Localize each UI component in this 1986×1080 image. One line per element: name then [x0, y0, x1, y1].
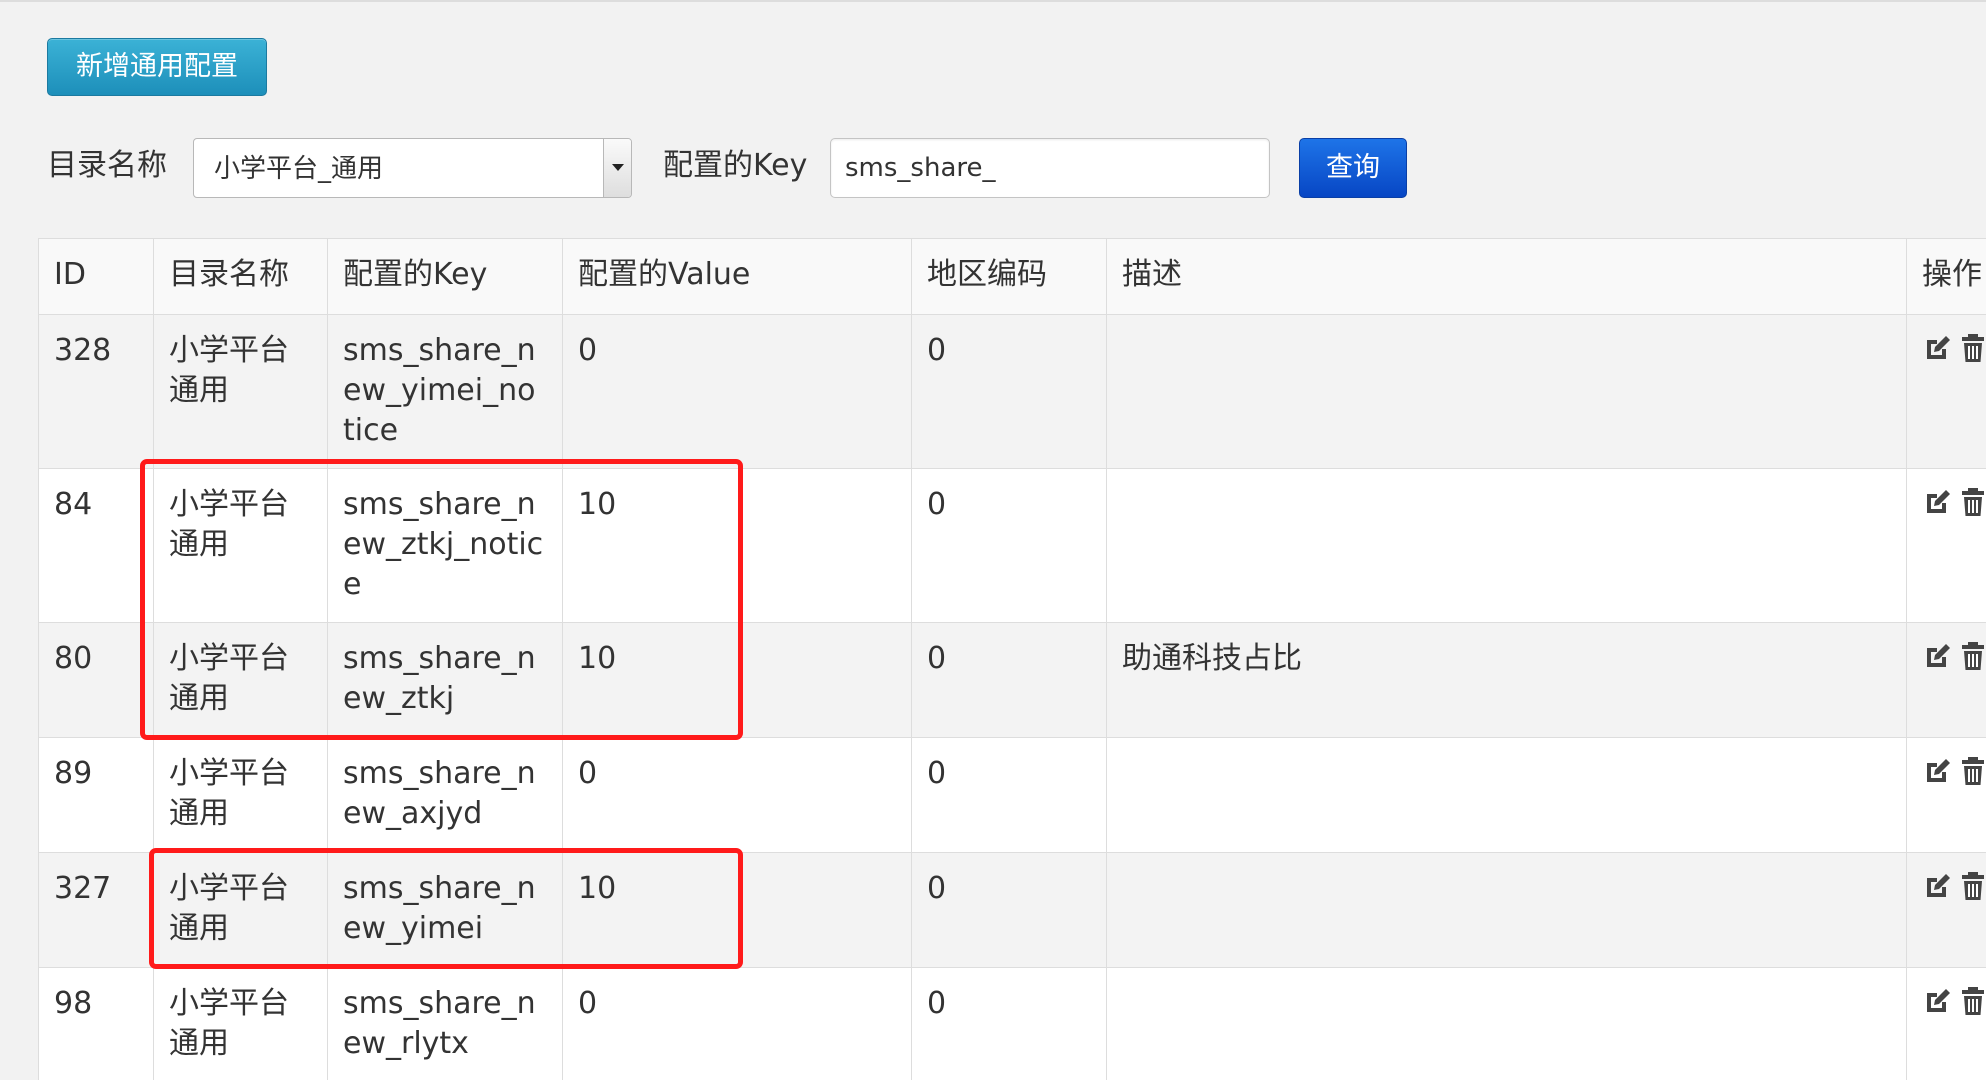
- trash-icon[interactable]: [1958, 487, 1986, 517]
- table-row: 328 小学平台通用 sms_share_new_yimei_notice 0 …: [38, 314, 1986, 469]
- col-header-region: 地区编码: [911, 238, 1107, 315]
- cell-region: 0: [911, 468, 1107, 623]
- table-row: 89 小学平台通用 sms_share_new_axjyd 0 0: [38, 737, 1986, 853]
- cell-value: 0: [562, 314, 912, 469]
- config-table: ID 目录名称 配置的Key 配置的Value 地区编码 描述 操作 328 小…: [38, 238, 1986, 1080]
- cell-actions: [1906, 468, 1986, 623]
- cell-key: sms_share_new_ztkj: [327, 622, 563, 738]
- table-row: 84 小学平台通用 sms_share_new_ztkj_notice 10 0: [38, 468, 1986, 623]
- edit-icon[interactable]: [1922, 986, 1952, 1016]
- cell-dir: 小学平台通用: [153, 852, 328, 968]
- trash-icon[interactable]: [1958, 871, 1986, 901]
- edit-icon[interactable]: [1922, 641, 1952, 671]
- cell-desc: [1106, 314, 1907, 469]
- query-button[interactable]: 查询: [1299, 138, 1407, 198]
- table-row: 80 小学平台通用 sms_share_new_ztkj 10 0 助通科技占比: [38, 622, 1986, 738]
- cell-dir: 小学平台通用: [153, 967, 328, 1080]
- cell-value: 0: [562, 737, 912, 853]
- cell-region: 0: [911, 622, 1107, 738]
- cell-actions: [1906, 852, 1986, 968]
- cell-desc: [1106, 737, 1907, 853]
- cell-desc: [1106, 967, 1907, 1080]
- select-arrow-button[interactable]: [603, 139, 631, 197]
- cell-id: 84: [38, 468, 154, 623]
- dir-filter-label: 目录名称: [47, 148, 167, 183]
- cell-desc: [1106, 852, 1907, 968]
- cell-value: 10: [562, 852, 912, 968]
- edit-icon[interactable]: [1922, 756, 1952, 786]
- col-header-dir: 目录名称: [153, 238, 328, 315]
- key-filter-label: 配置的Key: [663, 148, 808, 183]
- cell-dir: 小学平台通用: [153, 468, 328, 623]
- cell-region: 0: [911, 737, 1107, 853]
- cell-region: 0: [911, 852, 1107, 968]
- cell-value: 10: [562, 622, 912, 738]
- cell-actions: [1906, 967, 1986, 1080]
- table-body: 328 小学平台通用 sms_share_new_yimei_notice 0 …: [38, 314, 1986, 1080]
- cell-value: 10: [562, 468, 912, 623]
- table-header: ID 目录名称 配置的Key 配置的Value 地区编码 描述 操作: [38, 238, 1986, 315]
- trash-icon[interactable]: [1958, 641, 1986, 671]
- cell-key: sms_share_new_axjyd: [327, 737, 563, 853]
- page: 新增通用配置 目录名称 小学平台_通用 配置的Key 查询 ID 目录名称: [0, 0, 1986, 1080]
- col-header-id: ID: [38, 238, 154, 315]
- cell-key: sms_share_new_rlytx: [327, 967, 563, 1080]
- add-config-button[interactable]: 新增通用配置: [47, 38, 267, 96]
- cell-value: 0: [562, 967, 912, 1080]
- cell-region: 0: [911, 967, 1107, 1080]
- col-header-value: 配置的Value: [562, 238, 912, 315]
- cell-actions: [1906, 622, 1986, 738]
- cell-id: 327: [38, 852, 154, 968]
- trash-icon[interactable]: [1958, 333, 1986, 363]
- cell-key: sms_share_new_yimei: [327, 852, 563, 968]
- header-row: ID 目录名称 配置的Key 配置的Value 地区编码 描述 操作: [38, 238, 1986, 315]
- col-header-key: 配置的Key: [327, 238, 563, 315]
- config-table-wrapper: ID 目录名称 配置的Key 配置的Value 地区编码 描述 操作 328 小…: [38, 238, 1986, 1080]
- edit-icon[interactable]: [1922, 871, 1952, 901]
- cell-desc: [1106, 468, 1907, 623]
- col-header-desc: 描述: [1106, 238, 1907, 315]
- table-row: 327 小学平台通用 sms_share_new_yimei 10 0: [38, 852, 1986, 968]
- cell-dir: 小学平台通用: [153, 314, 328, 469]
- edit-icon[interactable]: [1922, 487, 1952, 517]
- top-divider: [0, 0, 1986, 2]
- cell-id: 328: [38, 314, 154, 469]
- cell-id: 89: [38, 737, 154, 853]
- cell-dir: 小学平台通用: [153, 622, 328, 738]
- col-header-action: 操作: [1906, 238, 1986, 315]
- cell-desc: 助通科技占比: [1106, 622, 1907, 738]
- cell-actions: [1906, 314, 1986, 469]
- chevron-down-icon: [612, 164, 624, 171]
- cell-key: sms_share_new_ztkj_notice: [327, 468, 563, 623]
- cell-dir: 小学平台通用: [153, 737, 328, 853]
- dir-select[interactable]: 小学平台_通用: [193, 138, 632, 198]
- trash-icon[interactable]: [1958, 756, 1986, 786]
- key-search-input[interactable]: [830, 138, 1270, 198]
- dir-select-value: 小学平台_通用: [214, 154, 384, 184]
- cell-id: 80: [38, 622, 154, 738]
- cell-actions: [1906, 737, 1986, 853]
- table-row: 98 小学平台通用 sms_share_new_rlytx 0 0: [38, 967, 1986, 1080]
- cell-key: sms_share_new_yimei_notice: [327, 314, 563, 469]
- cell-id: 98: [38, 967, 154, 1080]
- cell-region: 0: [911, 314, 1107, 469]
- edit-icon[interactable]: [1922, 333, 1952, 363]
- trash-icon[interactable]: [1958, 986, 1986, 1016]
